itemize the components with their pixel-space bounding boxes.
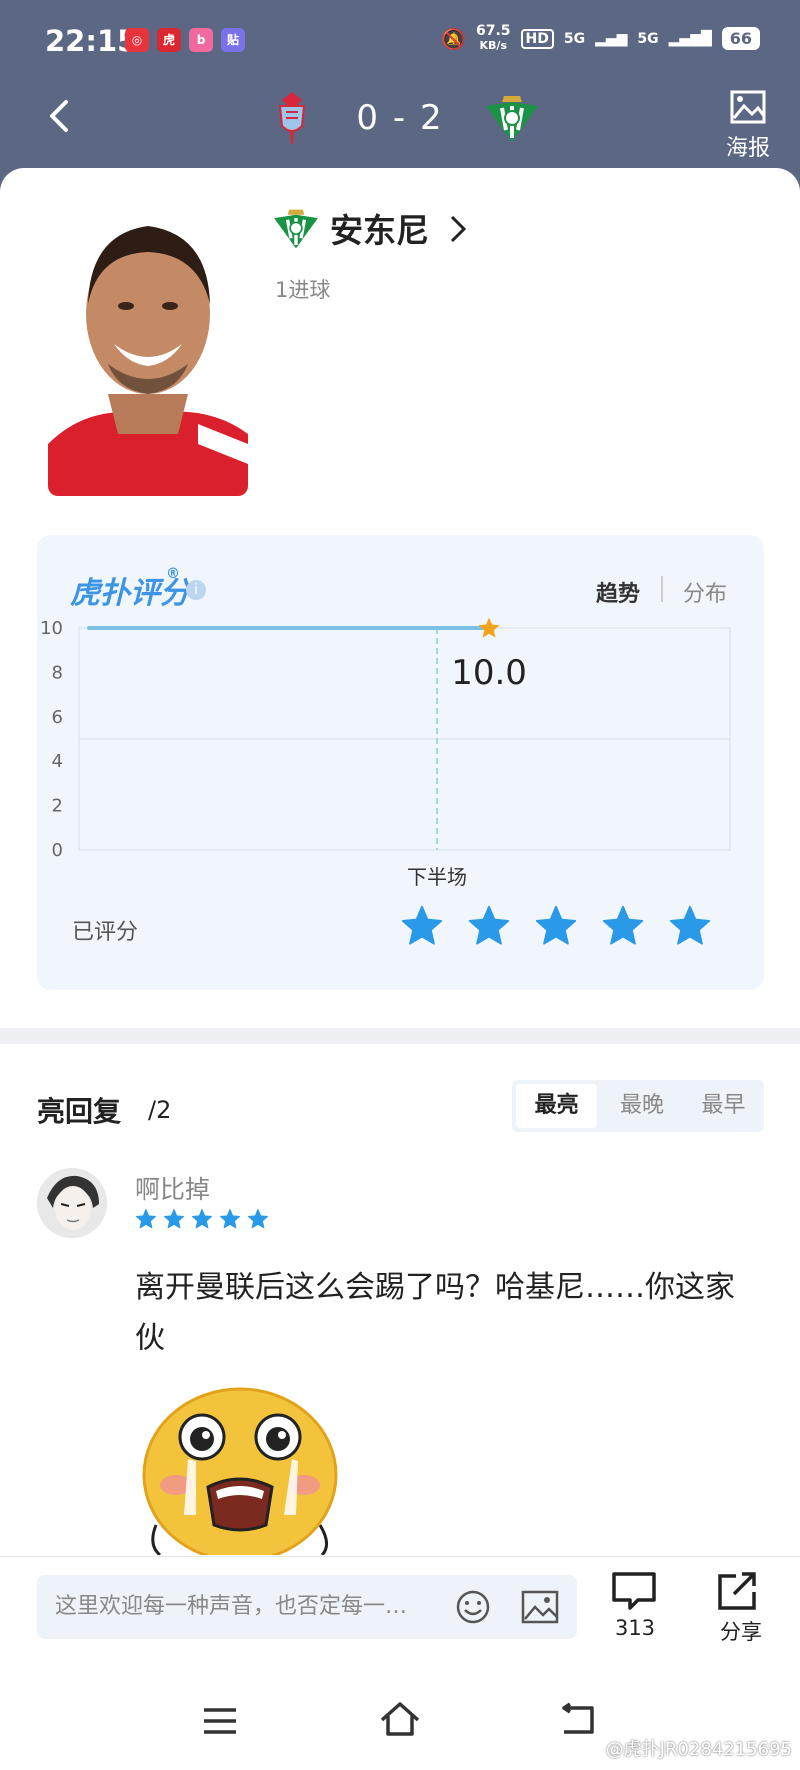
reply-star-icon xyxy=(163,1208,185,1234)
menu-icon[interactable] xyxy=(202,1706,238,1736)
share-label: 分享 xyxy=(720,1620,762,1644)
reply-username[interactable]: 啊比掉 xyxy=(135,1170,210,1206)
away-team-crest-icon[interactable] xyxy=(484,94,540,148)
poster-label: 海报 xyxy=(725,136,770,161)
status-app-icons: ◎ 虎 b 贴 xyxy=(125,28,253,52)
signal-2: 5G xyxy=(637,30,659,47)
replies-count: /2 xyxy=(148,1096,172,1124)
status-right: 🔕 67.5 KB/s HD 5G ▂▄▆ 5G ▂▄▆█ 66 xyxy=(441,24,760,53)
home-team-crest-icon[interactable] xyxy=(272,90,312,150)
back-button[interactable] xyxy=(40,96,80,136)
share-icon xyxy=(718,1572,756,1610)
net-speed-unit: KB/s xyxy=(479,39,507,52)
image-upload-icon[interactable] xyxy=(521,1589,559,1625)
y-tick-label: 0 xyxy=(52,840,63,861)
app-icon-4: 贴 xyxy=(221,28,245,52)
net-speed-value: 67.5 xyxy=(475,23,511,39)
reply-star-icon xyxy=(219,1208,241,1234)
signal-bars-icon: ▂▄▆ xyxy=(595,30,628,47)
sort-earliest[interactable]: 最早 xyxy=(683,1080,764,1132)
y-tick-label: 8 xyxy=(52,662,63,683)
player-stat: 1进球 xyxy=(275,278,331,302)
rated-label: 已评分 xyxy=(72,920,139,945)
back-arrow-icon xyxy=(50,100,68,132)
share-button[interactable]: 分享 xyxy=(716,1570,766,1646)
avatar[interactable] xyxy=(37,1168,107,1238)
rating-star-icon[interactable] xyxy=(400,904,444,952)
reply-star-icon xyxy=(135,1208,157,1234)
sort-tabs: 最亮 最晚 最早 xyxy=(512,1080,764,1132)
section-divider xyxy=(0,1028,800,1044)
y-tick-label: 4 xyxy=(52,751,63,772)
comment-input[interactable] xyxy=(53,1593,447,1620)
data-point-star-icon xyxy=(478,617,500,638)
comment-bubble-icon xyxy=(612,1572,656,1610)
net-speed: 67.5 KB/s xyxy=(476,24,511,53)
chevron-right-icon xyxy=(450,215,466,243)
reply-text: 离开曼联后这么会踢了吗？哈基尼……你这家伙 xyxy=(135,1270,735,1356)
status-time: 22:15 xyxy=(45,24,138,58)
comment-count: 313 xyxy=(614,1616,656,1640)
comment-input-box[interactable] xyxy=(37,1575,577,1639)
back-nav-icon[interactable] xyxy=(558,1702,598,1736)
rating-star-icon[interactable] xyxy=(534,904,578,952)
info-icon[interactable]: i xyxy=(186,580,206,600)
rating-star-icon[interactable] xyxy=(467,904,511,952)
home-icon[interactable] xyxy=(378,1700,422,1738)
data-label: 10.0 xyxy=(451,653,527,693)
reply-star-icon xyxy=(247,1208,269,1234)
reply-user-stars xyxy=(135,1208,269,1234)
rating-trend-chart: 10 8 6 4 2 0 下半场 10.0 xyxy=(40,617,731,889)
watermark: @虎扑JR0284215695 xyxy=(605,1739,792,1760)
player-name-link[interactable]: 安东尼 xyxy=(330,204,469,252)
replies-title: 亮回复 xyxy=(37,1095,122,1128)
hd-badge: HD xyxy=(520,28,554,49)
signal-1: 5G xyxy=(563,30,586,47)
rating-star-icon[interactable] xyxy=(668,904,712,952)
sort-latest[interactable]: 最晚 xyxy=(601,1080,682,1132)
app-icon-3: b xyxy=(189,28,213,52)
registered-mark-icon: ® xyxy=(166,566,180,582)
user-rating-stars[interactable] xyxy=(400,904,712,952)
match-score: 0 - 2 xyxy=(356,98,444,138)
tab-divider xyxy=(661,576,663,602)
player-photo[interactable] xyxy=(48,194,248,496)
comments-button[interactable]: 313 xyxy=(610,1570,660,1640)
rating-star-icon[interactable] xyxy=(601,904,645,952)
emoji-icon[interactable] xyxy=(455,1589,491,1625)
reply-sticker-image[interactable] xyxy=(136,1375,344,1555)
player-team-crest-icon xyxy=(272,208,320,254)
y-tick-label: 2 xyxy=(52,796,63,817)
tab-distribution[interactable]: 分布 xyxy=(683,576,727,608)
app-icon-2: 虎 xyxy=(157,28,181,52)
reply-star-icon xyxy=(191,1208,213,1234)
x-tick-label: 下半场 xyxy=(407,865,467,889)
app-icon-1: ◎ xyxy=(125,28,149,52)
tab-trend[interactable]: 趋势 xyxy=(596,576,640,608)
image-icon xyxy=(730,90,766,124)
y-tick-label: 6 xyxy=(52,707,63,728)
player-name: 安东尼 xyxy=(330,211,429,250)
signal-bars-icon: ▂▄▆█ xyxy=(668,30,712,47)
battery-icon: 66 xyxy=(721,27,760,50)
y-tick-label: 10 xyxy=(40,618,63,639)
mute-icon: 🔕 xyxy=(441,26,466,51)
sort-hottest[interactable]: 最亮 xyxy=(516,1084,598,1128)
poster-button[interactable]: 海报 xyxy=(726,90,770,162)
